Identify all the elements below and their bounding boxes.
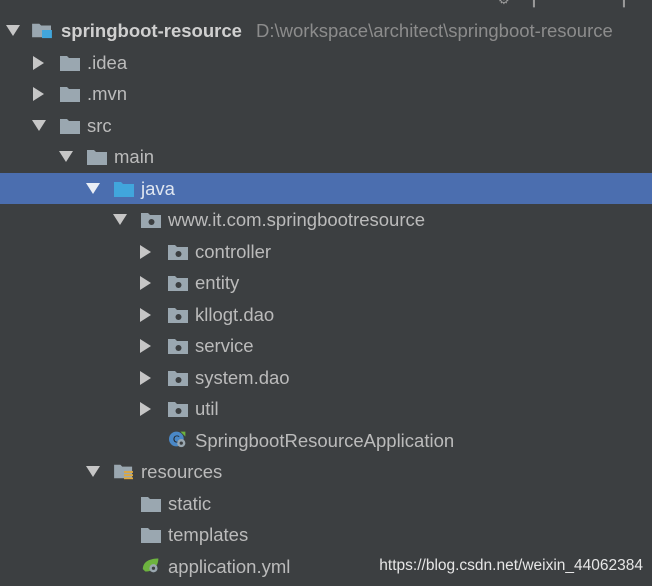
tree-node-system-dao[interactable]: system.dao	[0, 362, 652, 394]
tree-label: service	[195, 335, 254, 356]
tree-node-idea[interactable]: .idea	[0, 47, 652, 79]
folder-icon	[60, 55, 80, 71]
tree-label: controller	[195, 240, 272, 262]
project-path: D:\workspace\architect\springboot-resour…	[256, 20, 613, 41]
collapse-arrow-icon[interactable]	[140, 402, 151, 416]
package-icon	[168, 307, 188, 323]
package-icon	[168, 370, 188, 386]
watermark-text: https://blog.csdn.net/weixin_44062384	[379, 557, 643, 574]
package-icon	[168, 276, 188, 291]
tree-label: main	[114, 146, 155, 167]
tree-label: templates	[168, 524, 249, 545]
project-name: springboot-resource	[61, 20, 242, 41]
tree-label: www.it.com.springbootresource	[168, 209, 426, 230]
tree-node-service[interactable]: service	[0, 330, 652, 362]
tree-label: entity	[195, 272, 240, 293]
tree-node-src[interactable]: src	[0, 110, 652, 142]
expand-arrow-icon[interactable]	[59, 151, 73, 162]
tree-label: java	[141, 177, 175, 199]
tree-node-kllogt-dao[interactable]: kllogt.dao	[0, 299, 652, 331]
expand-arrow-icon[interactable]	[113, 214, 127, 225]
tree-node-util[interactable]: util	[0, 393, 652, 425]
folder-icon	[141, 528, 161, 543]
expand-arrow-icon[interactable]	[86, 466, 100, 477]
tree-label: application.yml	[168, 555, 291, 577]
package-icon	[168, 402, 188, 417]
collapse-arrow-icon[interactable]	[33, 87, 44, 101]
collapse-arrow-icon[interactable]	[140, 339, 151, 353]
tree-label: util	[195, 398, 219, 419]
tree-node-templates[interactable]: templates	[0, 519, 652, 551]
collapse-arrow-icon[interactable]	[140, 244, 151, 259]
tree-label: .mvn	[87, 83, 128, 104]
toolbar-strip: ⚙ ┃ ┃	[0, 0, 652, 10]
tree-node-mvn[interactable]: .mvn	[0, 78, 652, 110]
folder-icon	[141, 496, 161, 512]
tree-label: .idea	[87, 51, 128, 73]
collapse-arrow-icon[interactable]	[33, 55, 44, 70]
tree-label: static	[168, 492, 212, 514]
tree-node-main[interactable]: main	[0, 141, 652, 173]
spring-config-icon	[142, 557, 159, 572]
tree-node-static[interactable]: static	[0, 488, 652, 520]
tree-node-entity[interactable]: entity	[0, 267, 652, 299]
collapse-arrow-icon[interactable]	[140, 370, 151, 385]
hide-icon[interactable]: ┃	[620, 0, 628, 8]
collapse-arrow-icon[interactable]	[140, 307, 151, 322]
tree-label: system.dao	[195, 366, 290, 388]
tree-label: src	[87, 114, 112, 136]
tree-label: SpringbootResourceApplication	[195, 429, 455, 451]
expand-arrow-icon[interactable]	[86, 182, 100, 194]
package-icon	[168, 244, 188, 260]
folder-icon	[60, 87, 80, 102]
spring-boot-class-icon: C	[169, 431, 186, 447]
collapse-arrow-icon[interactable]	[140, 276, 151, 290]
pin-icon[interactable]: ┃	[530, 0, 538, 8]
tree-node-project-root[interactable]: springboot-resource D:\workspace\archite…	[0, 15, 652, 47]
tree-node-controller[interactable]: controller	[0, 236, 652, 268]
tree-node-resources[interactable]: resources	[0, 456, 652, 488]
resources-folder-icon	[114, 464, 133, 480]
tree-label: resources	[141, 461, 223, 482]
tree-node-package[interactable]: www.it.com.springbootresource	[0, 204, 652, 236]
package-icon	[168, 339, 188, 354]
expand-arrow-icon[interactable]	[32, 119, 46, 131]
source-folder-icon	[114, 181, 134, 197]
expand-arrow-icon[interactable]	[6, 25, 20, 36]
tree-node-application-class[interactable]: C SpringbootResourceApplication	[0, 425, 652, 457]
project-tree: springboot-resource D:\workspace\archite…	[0, 15, 652, 582]
package-icon	[141, 213, 161, 228]
tree-node-java[interactable]: java	[0, 172, 652, 204]
tree-label: kllogt.dao	[195, 303, 275, 325]
settings-icon[interactable]: ⚙	[498, 0, 510, 8]
folder-icon	[60, 118, 80, 134]
folder-icon	[87, 150, 107, 165]
module-folder-icon	[32, 23, 52, 39]
